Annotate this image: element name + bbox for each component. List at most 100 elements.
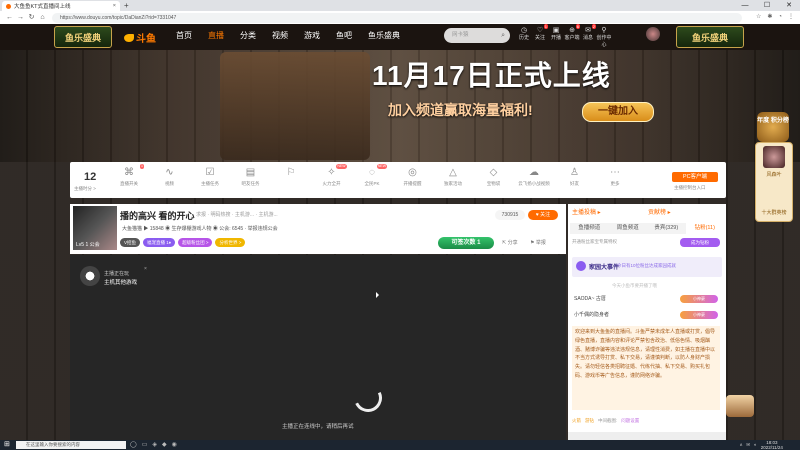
follow-list-button[interactable]: 1 ♡ 关注 — [532, 24, 548, 49]
nav-home[interactable]: 首页 — [176, 30, 192, 42]
toolbar-tool[interactable]: ▤ 吧友任务 — [234, 166, 268, 188]
chat-tab[interactable]: 鱼播频道 — [570, 223, 609, 234]
tab-anchor-posts[interactable]: 主播投稿 ▸ — [572, 208, 648, 218]
become-fan-button[interactable]: 成为钻粉 — [680, 238, 720, 247]
join-channel-button[interactable]: 一键加入 — [582, 102, 654, 122]
close-icon[interactable]: × — [144, 266, 147, 272]
anchor-level-label: Lv5 1 公会 — [76, 242, 100, 248]
history-label: 历史 — [518, 35, 529, 41]
start-icon[interactable]: ⊞ — [4, 441, 10, 449]
toolbar-tool[interactable]: ◌ 全民PK NEW — [355, 164, 389, 188]
anchor-badge-chip[interactable]: 福宠直播 1♦ — [143, 238, 176, 247]
client-label: 客户端 — [564, 35, 580, 41]
chat-bottom-item[interactable]: 游钻 — [585, 417, 594, 425]
share-button[interactable]: ⇱ 分享 — [502, 239, 518, 246]
chat-bottom-item[interactable]: 火箭 — [572, 417, 581, 425]
toolbar-tool[interactable]: ♙ 好友 — [558, 166, 592, 188]
anchor-badge-chip[interactable]: 超级粉丝团 > — [178, 238, 213, 247]
toolbar-tool-icon: ◇ — [489, 167, 498, 178]
nav-yuba[interactable]: 鱼吧 — [336, 30, 352, 42]
forward-icon[interactable]: → — [15, 11, 26, 24]
yule-festival-logo-right[interactable]: 鱼乐盛典 — [676, 26, 744, 48]
mouse-cursor-icon — [376, 292, 379, 298]
chat-bottom-item[interactable]: 中间截图: — [598, 417, 617, 425]
tray-volume-icon[interactable]: ◐ — [754, 440, 757, 450]
toolbar-tool[interactable]: ⌘ 直播开关 1 — [112, 164, 146, 188]
toolbar-tool[interactable]: ◎ 开播提醒 — [396, 166, 430, 188]
menu-icon[interactable]: ⋮ — [788, 11, 794, 24]
star-icon[interactable]: ☆ — [756, 11, 761, 24]
app-icon[interactable]: ◈ — [152, 440, 157, 450]
toolbar-tool-label: 主播任务 — [201, 181, 219, 186]
go-live-button[interactable]: ▣ 开播 — [548, 27, 564, 49]
nav-category[interactable]: 分类 — [240, 30, 256, 42]
refresh-icon[interactable]: ↻ — [26, 11, 37, 24]
game-badge-line1: 主播正在玩 — [104, 271, 130, 277]
chat-rank-row[interactable]: 小千偶的隐身者 小神豪 — [574, 311, 722, 321]
toolbar-tool[interactable]: ☑ 主播任务 — [193, 166, 227, 188]
anchor-name-line[interactable]: 大鱼猫猫 ▶ 15848 ◉ 生存爆棚游戏人物 ◉ 公会: 6545 · 举报违… — [122, 225, 278, 232]
pc-client-button[interactable]: PC客户端 — [672, 172, 718, 182]
share-label: 分享 — [507, 240, 518, 246]
home-icon[interactable]: ⌂ — [37, 11, 48, 24]
top-fan-card[interactable]: 风森叶 十大群英榜 — [755, 142, 793, 222]
toolbar-tool[interactable]: △ 独家活动 — [436, 166, 470, 188]
report-button[interactable]: ⚑ 举报 — [530, 239, 546, 246]
client-button[interactable]: 6 ⊕ 客户端 — [564, 24, 580, 49]
nav-yule-festival[interactable]: 鱼乐盛典 — [368, 30, 400, 42]
tab-contribution[interactable]: 贡献榜 ▸ — [648, 208, 724, 218]
chat-input-area[interactable] — [568, 432, 726, 440]
anchor-badge-chip[interactable]: 分析世界 > — [215, 238, 246, 247]
taskbar-search-input[interactable]: 在这里输入你要搜索的内容 — [16, 441, 126, 449]
toolbar-tool[interactable]: ◇ 宝物袋 — [477, 166, 511, 188]
toolbar-tool[interactable]: ⚐ — [274, 166, 308, 180]
chat-tab[interactable]: 周鱼频道 — [609, 223, 648, 234]
clock[interactable]: 18:03 2022/11/24 — [761, 440, 783, 450]
chat-rank-row[interactable]: SAODA~ 古厝 小神豪 — [574, 295, 722, 305]
anchor-rank-link[interactable]: 主播时分 > — [74, 186, 96, 192]
nav-games[interactable]: 游戏 — [304, 30, 320, 42]
chat-tab[interactable]: 贵宾(329) — [647, 223, 686, 234]
chat-tab[interactable]: 钻粉(11) — [685, 223, 724, 234]
anchor-badge-chip[interactable]: V招鱼 — [120, 238, 141, 247]
yule-festival-logo-left[interactable]: 鱼乐盛典 — [54, 26, 112, 48]
browser-tab[interactable]: 大鱼鱼KT式直播间上线 × — [2, 1, 120, 11]
profile-icon[interactable]: ◔ — [778, 11, 782, 24]
close-tab-icon[interactable]: × — [113, 3, 116, 9]
search-input[interactable]: 网卡猿 ⌕ — [444, 28, 510, 43]
chat-bottom-item[interactable]: 问题设置 — [621, 417, 639, 425]
room-meta[interactable]: 求报 · 明码热搜 · 主机游... · 主机游... — [196, 211, 278, 218]
new-tab-button[interactable]: + — [124, 1, 129, 10]
close-window-button[interactable]: ✕ — [778, 0, 800, 11]
toolbar-tool[interactable]: ∿ 视频 — [153, 166, 187, 188]
nav-video[interactable]: 视频 — [272, 30, 288, 42]
sign-in-button[interactable]: 可签次数 1 — [438, 237, 494, 249]
main-nav: 首页 直播 分类 视频 游戏 鱼吧 鱼乐盛典 — [176, 30, 416, 42]
video-player[interactable] — [70, 255, 566, 440]
url-field[interactable]: https://www.douyu.com/topic/DaDianZi?rid… — [52, 12, 742, 23]
cortana-icon[interactable]: ◯ — [130, 440, 137, 450]
toolbar-tool[interactable]: ⋯ 更多 — [598, 166, 632, 188]
nav-live[interactable]: 直播 — [208, 30, 224, 42]
search-icon[interactable]: ⌕ — [501, 28, 505, 43]
banner-subtitle: 加入频道赢取海量福利! — [388, 102, 533, 118]
toolbar-tool[interactable]: ✧ 火力全开 NEW — [315, 164, 349, 188]
toolbar-tool-label: 独家活动 — [444, 181, 462, 186]
follow-button[interactable]: ♥ 关注 — [528, 210, 558, 220]
messages-button[interactable]: 2 ✉ 消息 — [580, 24, 596, 49]
chrome-icon[interactable]: ◉ — [172, 440, 177, 450]
extensions-icon[interactable]: ✱ — [767, 11, 772, 24]
toolbar-tool[interactable]: ☁ 云飞扬小战视频 — [517, 166, 551, 188]
history-button[interactable]: ◷ 历史 — [516, 27, 532, 49]
annual-rank-badge[interactable]: 年度 积分榜 — [757, 112, 789, 142]
douyu-logo[interactable]: 斗鱼 — [124, 30, 156, 45]
tray-expand-icon[interactable]: ʌ — [740, 440, 742, 450]
tray-mail-icon[interactable]: ✉ — [746, 440, 750, 450]
user-avatar[interactable] — [646, 27, 660, 41]
back-icon[interactable]: ← — [4, 11, 15, 24]
maximize-button[interactable]: ☐ — [756, 0, 778, 11]
task-view-icon[interactable]: ▭ — [142, 440, 148, 450]
edge-icon[interactable]: ◆ — [162, 440, 167, 450]
minimize-button[interactable]: — — [734, 0, 756, 11]
creator-center-button[interactable]: ⚲ 创作中心 — [596, 27, 612, 49]
